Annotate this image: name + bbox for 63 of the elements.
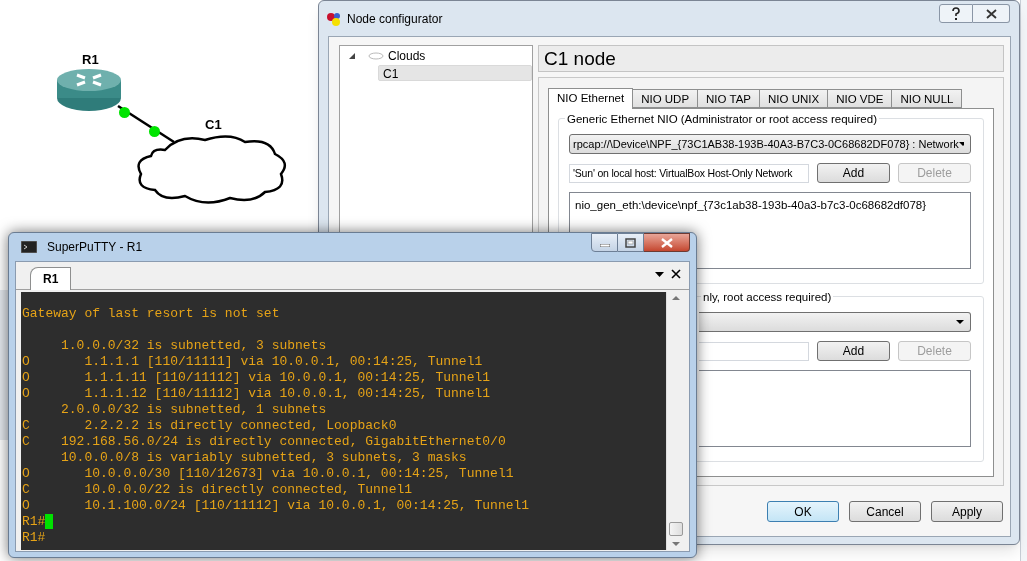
- button[interactable]: Add: [817, 163, 890, 183]
- close-icon: [985, 8, 997, 19]
- router-icon[interactable]: [55, 68, 123, 112]
- dropdown-value: rpcap://\Device\NPF_{73C1AB38-193B-40A3-B7C3-0C68682DF078} : Network: [573, 136, 959, 152]
- scroll-thumb[interactable]: [668, 522, 683, 536]
- help-icon: [950, 6, 962, 21]
- terminal-line: O 1.1.1.11 [110/11112] via 10.0.0.1, 00:14:25, Tunnel1: [22, 370, 491, 386]
- terminal-line: O 10.1.100.0/24 [110/11112] via 10.0.0.1, 00:14:25, Tunnel1: [22, 498, 530, 514]
- dropdown-arrow-icon[interactable]: [655, 271, 664, 277]
- help-button[interactable]: [939, 4, 973, 23]
- scroll-down-icon[interactable]: [671, 542, 680, 546]
- button[interactable]: Apply: [931, 501, 1003, 522]
- terminal-line: C 192.168.56.0/24 is directly connected, GigabitEthernet0/0: [22, 434, 506, 450]
- close-button[interactable]: [973, 4, 1010, 23]
- scrollbar[interactable]: [666, 292, 684, 550]
- node-label: R1: [82, 51, 99, 69]
- list-item[interactable]: nio_gen_eth:\device\npf_{73c1ab38-193b-40a3-b7c3-0c68682df078}: [575, 197, 965, 215]
- terminal-line: C 2.2.2.2 is directly connected, Loopback0: [22, 418, 397, 434]
- close-icon[interactable]: [671, 269, 681, 279]
- dropdown[interactable]: [699, 312, 971, 332]
- tab[interactable]: R1: [30, 267, 72, 290]
- tab[interactable]: NIO UDP: [632, 89, 699, 108]
- terminal-line: O 10.0.0.0/30 [110/12673] via 10.0.0.1, 00:14:25, Tunnel1: [22, 466, 514, 482]
- tab[interactable]: NIO TAP: [697, 89, 760, 108]
- terminal-line: Gateway of last resort is not set: [22, 306, 280, 322]
- scroll-up-icon[interactable]: [671, 296, 680, 300]
- tree-item[interactable]: C1: [378, 65, 532, 81]
- dropdown[interactable]: rpcap://\Device\NPF_{73C1AB38-193B-40A3-B7C3-0C68682DF078} : Network: [569, 134, 971, 154]
- button[interactable]: Add: [817, 341, 890, 361]
- maximize-icon: [625, 237, 636, 248]
- node-label: C1: [205, 116, 222, 134]
- node-header: C1 node: [538, 45, 1004, 72]
- terminal-line: R1#: [22, 514, 46, 530]
- window-title: Node configurator: [347, 10, 443, 28]
- input-field[interactable]: [699, 341, 809, 361]
- collapse-arrow-icon[interactable]: [348, 52, 356, 60]
- button[interactable]: Cancel: [849, 501, 921, 522]
- window-title: SuperPuTTY - R1: [47, 239, 143, 256]
- terminal-line: 2.0.0.0/32 is subnetted, 1 subnets: [60, 402, 327, 418]
- terminal-line: R1#: [22, 530, 46, 546]
- link-line: [116, 104, 176, 144]
- terminal-line: C 10.0.0.0/22 is directly connected, Tunnel1: [22, 482, 413, 498]
- dropdown-arrow-icon: [958, 142, 964, 146]
- close-icon: [660, 237, 673, 248]
- maximize-button[interactable]: [618, 233, 644, 252]
- terminal-line: 10.0.0.0/8 is variably subnetted, 3 subnets, 3 masks: [60, 450, 467, 466]
- minimize-button[interactable]: [591, 233, 618, 252]
- terminal-line: 1.0.0.0/32 is subnetted, 3 subnets: [60, 338, 327, 354]
- button[interactable]: OK: [767, 501, 839, 522]
- cloud-icon: [368, 52, 384, 60]
- dropdown-arrow-icon: [956, 320, 964, 324]
- tab[interactable]: NIO Ethernet: [548, 88, 634, 109]
- terminal-icon: [21, 241, 37, 253]
- terminal-line: O 1.1.1.12 [110/11112] via 10.0.0.1, 00:14:25, Tunnel1: [22, 386, 491, 402]
- tab[interactable]: NIO UNIX: [759, 89, 829, 108]
- input-field[interactable]: 'Sun' on local host: VirtualBox Host-Only Network: [569, 163, 809, 183]
- app-icon: [326, 11, 341, 26]
- close-button[interactable]: [644, 233, 690, 252]
- tree-item[interactable]: Clouds: [388, 47, 426, 65]
- minimize-icon: [599, 243, 610, 247]
- tab[interactable]: NIO NULL: [891, 89, 963, 108]
- terminal-line: O 1.1.1.1 [110/11111] via 10.0.0.1, 00:14:25, Tunnel1: [22, 354, 483, 370]
- tab[interactable]: NIO VDE: [827, 89, 893, 108]
